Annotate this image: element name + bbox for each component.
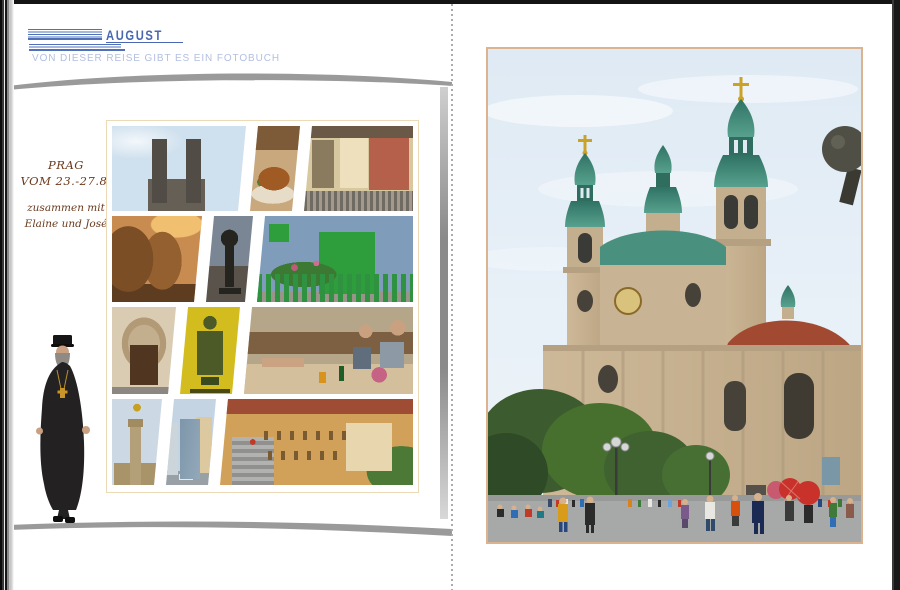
photo-street-lantern[interactable] <box>206 216 253 302</box>
photo-dancing-house[interactable] <box>166 399 216 485</box>
photo-svejk-banner[interactable] <box>180 307 240 394</box>
curl-top-shadow <box>8 73 452 90</box>
page-fold-dotted-line <box>451 4 453 590</box>
photo-old-town-square[interactable] <box>304 126 413 211</box>
photobook-spread: AUGUST VON DIESER REISE GIBT ES EIN FOTO… <box>0 0 900 590</box>
header-bar-top <box>28 38 102 41</box>
window-right-edge <box>892 0 900 590</box>
window-top-edge <box>0 0 900 4</box>
collage-row-3 <box>112 307 413 394</box>
photo-column-monument[interactable] <box>112 399 162 485</box>
st-nicholas-church-illustration <box>488 49 861 542</box>
photo-restaurant-table-friends[interactable] <box>244 307 413 394</box>
photo-roast-pork-meal[interactable] <box>250 126 300 211</box>
window-left-edge <box>0 0 14 590</box>
header-bar-bottom <box>29 49 125 52</box>
photo-st-nicholas-church[interactable] <box>486 47 863 544</box>
month-underline <box>106 42 183 44</box>
photo-old-town-stairs[interactable] <box>220 399 413 485</box>
curl-right-shadow <box>440 87 448 519</box>
photo-arcade-passage[interactable] <box>112 216 202 302</box>
collage-row-2 <box>112 216 413 302</box>
collage-row-1 <box>112 126 413 211</box>
photo-stone-portal[interactable] <box>112 307 176 394</box>
photo-orthodox-priest-cutout[interactable] <box>26 332 100 524</box>
photo-green-door-house[interactable] <box>257 216 413 302</box>
photo-tyn-church-spires[interactable] <box>112 126 246 211</box>
collage-row-4 <box>112 399 413 485</box>
photo-collage[interactable] <box>106 120 419 493</box>
